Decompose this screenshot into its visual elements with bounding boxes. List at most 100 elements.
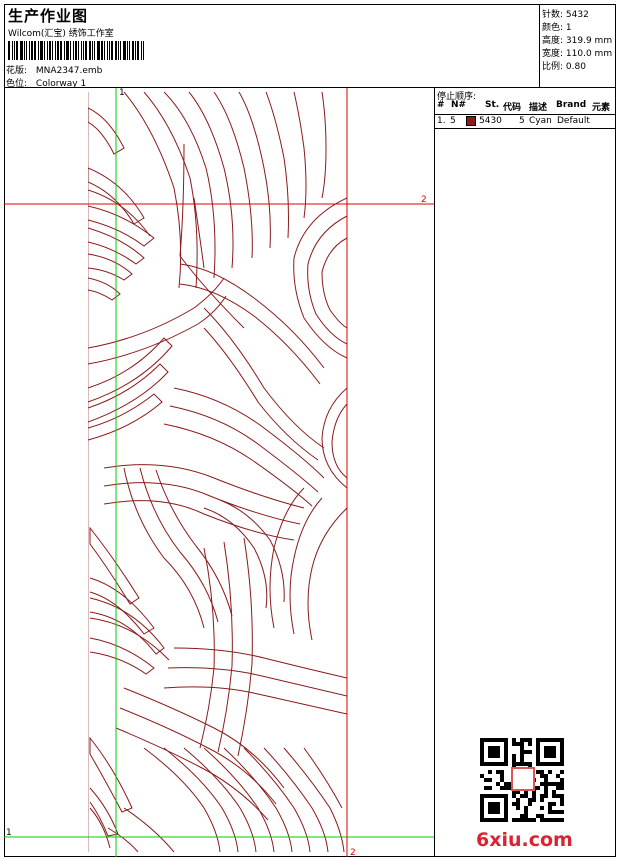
qr-module (560, 794, 564, 798)
barcode-bar (127, 41, 128, 60)
barcode-bar (118, 41, 119, 60)
qr-module (488, 778, 492, 782)
qr-module (552, 810, 556, 814)
qr-module (524, 750, 528, 754)
qr-module (544, 754, 548, 758)
qr-module (516, 806, 520, 810)
qr-module (492, 738, 496, 742)
barcode-bar (49, 41, 51, 60)
qr-module (480, 806, 484, 810)
qr-module (480, 814, 484, 818)
qr-module (512, 742, 516, 746)
barcode-bar (57, 41, 59, 60)
barcode-bar (143, 41, 144, 60)
qr-module (544, 762, 548, 766)
qr-module (552, 738, 556, 742)
barcode-bar (34, 41, 36, 60)
qr-module (488, 770, 492, 774)
qr-module (556, 794, 560, 798)
qr-module (488, 802, 492, 806)
qr-module (560, 778, 564, 782)
row-index: 1. (437, 116, 446, 126)
barcode-bar (129, 41, 130, 60)
qr-module (532, 794, 536, 798)
qr-module (496, 762, 500, 766)
qr-module (504, 806, 508, 810)
barcode-bar (14, 41, 15, 60)
qr-module (540, 782, 544, 786)
qr-module (484, 794, 488, 798)
qr-module (520, 762, 524, 766)
qr-module (480, 746, 484, 750)
row-brand: Default (557, 116, 590, 126)
qr-module (536, 770, 540, 774)
qr-module (504, 786, 508, 790)
qr-module (548, 770, 552, 774)
qr-module (560, 754, 564, 758)
stat-colors: 颜色: 1 (542, 23, 572, 33)
barcode-bar (38, 41, 39, 60)
lower-wave-bands (107, 537, 347, 852)
qr-module (560, 750, 564, 754)
barcode-bar (83, 41, 84, 60)
qr-module (520, 750, 524, 754)
qr-module (540, 738, 544, 742)
green-guide-label-left: 1 (6, 828, 12, 838)
qr-module (500, 778, 504, 782)
qr-module (560, 818, 564, 822)
barcode-bar (40, 41, 43, 60)
qr-module (504, 814, 508, 818)
qr-module (524, 814, 528, 818)
upper-wave-bands (123, 92, 347, 461)
qr-module (484, 738, 488, 742)
qr-module (524, 738, 528, 742)
qr-module (484, 786, 488, 790)
qr-module (544, 750, 548, 754)
qr-module (512, 794, 516, 798)
qr-module (480, 818, 484, 822)
barcode-bar (135, 41, 136, 60)
qr-module (548, 782, 552, 786)
qr-module (504, 746, 508, 750)
barcode-bar (8, 41, 10, 60)
barcode-bar (24, 41, 25, 60)
stat-stitches: 针数: 5432 (542, 10, 589, 20)
qr-module (524, 794, 528, 798)
barcode-bar (123, 41, 126, 60)
qr-module (492, 746, 496, 750)
table-row: 1. 5 5430 5 Cyan Default (435, 116, 616, 128)
qr-module (496, 770, 500, 774)
barcode-bar (20, 41, 23, 60)
barcode-bar (73, 41, 74, 60)
barcode-bar (94, 41, 95, 60)
qr-module (540, 798, 544, 802)
qr-module (544, 774, 548, 778)
col-description: 描述 (529, 103, 548, 113)
qr-module (484, 818, 488, 822)
barcode-bar (55, 41, 56, 60)
barcode-bar (101, 41, 103, 60)
barcode-bar (92, 41, 93, 60)
red-guide-label-bottom: 2 (350, 848, 356, 857)
barcode-image (8, 41, 145, 60)
qr-module (540, 814, 544, 818)
qr-module (512, 762, 516, 766)
qr-module (496, 738, 500, 742)
qr-module (488, 786, 492, 790)
design-label: 花版: (6, 66, 28, 76)
qr-module (552, 818, 556, 822)
barcode-bar (132, 41, 134, 60)
col-index: # (437, 100, 445, 110)
qr-module (560, 742, 564, 746)
col-brand: Brand (556, 100, 587, 110)
qr-module (512, 818, 516, 822)
qr-module (512, 802, 516, 806)
qr-module (548, 738, 552, 742)
qr-module (500, 786, 504, 790)
qr-module (516, 802, 520, 806)
qr-module (480, 742, 484, 746)
qr-module (480, 754, 484, 758)
qr-module (520, 738, 524, 742)
qr-module (528, 738, 532, 742)
qr-module (496, 794, 500, 798)
